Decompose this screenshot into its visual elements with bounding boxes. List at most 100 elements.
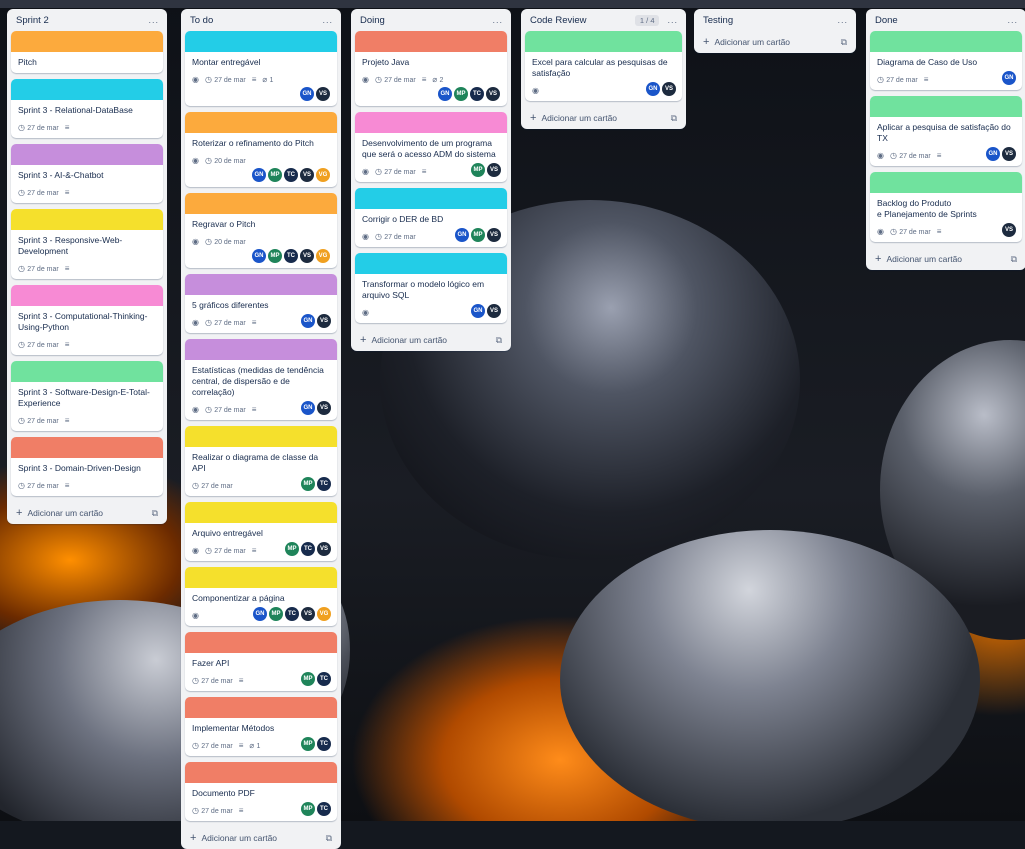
list-menu-button[interactable]: ... — [1007, 15, 1018, 25]
member-avatar-mp[interactable]: MP — [301, 477, 315, 491]
card[interactable]: Sprint 3 - Relational-DataBase ◷ 27 de ma… — [11, 79, 163, 138]
member-avatar-vs[interactable]: VS — [317, 401, 331, 415]
card-template-icon[interactable]: ⧉ — [1011, 254, 1017, 265]
card[interactable]: Excel para calcular as pesquisas de sati… — [525, 31, 682, 101]
member-avatar-gn[interactable]: GN — [301, 401, 315, 415]
member-avatar-tc[interactable]: TC — [317, 672, 331, 686]
member-avatar-mp[interactable]: MP — [471, 163, 485, 177]
list-menu-button[interactable]: ... — [492, 15, 503, 25]
card-template-icon[interactable]: ⧉ — [326, 833, 332, 844]
card[interactable]: Componentizar a página ◉ GN MP TC VS VG — [185, 567, 337, 626]
member-avatar-mp[interactable]: MP — [268, 249, 282, 263]
add-card-button[interactable]: + Adicionar um cartão ⧉ — [181, 827, 341, 849]
member-avatar-gn[interactable]: GN — [471, 304, 485, 318]
list-title[interactable]: Doing — [360, 15, 492, 26]
member-avatar-vs[interactable]: VS — [662, 82, 676, 96]
list-menu-button[interactable]: ... — [667, 15, 678, 25]
member-avatar-vs[interactable]: VS — [300, 249, 314, 263]
add-card-button[interactable]: + Adicionar um cartão ⧉ — [351, 329, 511, 351]
member-avatar-vs[interactable]: VS — [1002, 223, 1016, 237]
card[interactable]: Sprint 3 - Domain-Driven-Design ◷ 27 de m… — [11, 437, 163, 496]
member-avatar-vg[interactable]: VG — [317, 607, 331, 621]
member-avatar-vs[interactable]: VS — [1002, 147, 1016, 161]
card[interactable]: Montar entregável ◉ ◷ 27 de mar ≡ ⌀ 1 GN VS — [185, 31, 337, 106]
member-avatar-vs[interactable]: VS — [316, 87, 330, 101]
card[interactable]: Roterizar o refinamento do Pitch ◉ ◷ 20 de… — [185, 112, 337, 187]
card[interactable]: Implementar Métodos ◷ 27 de mar ≡ ⌀ 1 MP TC — [185, 697, 337, 756]
card[interactable]: Documento PDF ◷ 27 de mar ≡ MP TC — [185, 762, 337, 821]
list-menu-button[interactable]: ... — [837, 15, 848, 25]
member-avatar-tc[interactable]: TC — [317, 477, 331, 491]
list-title[interactable]: Code Review — [530, 15, 635, 26]
card[interactable]: Desenvolvimento de um programa que será … — [355, 112, 507, 182]
member-avatar-mp[interactable]: MP — [301, 802, 315, 816]
card[interactable]: Sprint 3 - AI-&-Chatbot ◷ 27 de mar ≡ — [11, 144, 163, 203]
member-avatar-gn[interactable]: GN — [1002, 71, 1016, 85]
member-avatar-gn[interactable]: GN — [300, 87, 314, 101]
list-title[interactable]: To do — [190, 15, 322, 26]
member-avatar-mp[interactable]: MP — [471, 228, 485, 242]
member-avatar-mp[interactable]: MP — [285, 542, 299, 556]
member-avatar-tc[interactable]: TC — [317, 737, 331, 751]
list-title[interactable]: Sprint 2 — [16, 15, 148, 26]
member-avatar-mp[interactable]: MP — [301, 737, 315, 751]
list-menu-button[interactable]: ... — [322, 15, 333, 25]
list-menu-button[interactable]: ... — [148, 15, 159, 25]
member-avatar-tc[interactable]: TC — [284, 249, 298, 263]
add-card-button[interactable]: + Adicionar um cartão ⧉ — [521, 107, 686, 129]
member-avatar-vs[interactable]: VS — [486, 87, 500, 101]
member-avatar-vg[interactable]: VG — [316, 168, 330, 182]
card[interactable]: Sprint 3 - Computational-Thinking- Using… — [11, 285, 163, 355]
card[interactable]: 5 gráficos diferentes ◉ ◷ 27 de mar ≡ GN VS — [185, 274, 337, 333]
member-avatar-vs[interactable]: VS — [487, 228, 501, 242]
card[interactable]: Estatísticas (medidas de tendência centr… — [185, 339, 337, 420]
card[interactable]: Sprint 3 - Software-Design-E-Total- Expe… — [11, 361, 163, 431]
member-avatar-mp[interactable]: MP — [268, 168, 282, 182]
member-avatar-vg[interactable]: VG — [316, 249, 330, 263]
add-card-button[interactable]: + Adicionar um cartão ⧉ — [7, 502, 167, 524]
member-avatar-tc[interactable]: TC — [284, 168, 298, 182]
member-avatar-gn[interactable]: GN — [301, 314, 315, 328]
member-avatar-gn[interactable]: GN — [646, 82, 660, 96]
member-avatar-gn[interactable]: GN — [252, 249, 266, 263]
card-template-icon[interactable]: ⧉ — [671, 113, 677, 124]
card[interactable]: Pitch — [11, 31, 163, 73]
card[interactable]: Projeto Java ◉ ◷ 27 de mar ≡ ⌀ 2 GN MP TC VS — [355, 31, 507, 106]
add-card-button[interactable]: + Adicionar um cartão ⧉ — [866, 248, 1025, 270]
card[interactable]: Regravar o Pitch ◉ ◷ 20 de mar GN MP TC VS VG — [185, 193, 337, 268]
member-avatar-gn[interactable]: GN — [986, 147, 1000, 161]
member-avatar-vs[interactable]: VS — [487, 163, 501, 177]
card[interactable]: Aplicar a pesquisa de satisfação do TX ◉ ◷… — [870, 96, 1022, 166]
member-avatar-mp[interactable]: MP — [454, 87, 468, 101]
member-avatar-gn[interactable]: GN — [253, 607, 267, 621]
add-card-button[interactable]: + Adicionar um cartão ⧉ — [694, 31, 856, 53]
member-avatar-tc[interactable]: TC — [470, 87, 484, 101]
card[interactable]: Corrigir o DER de BD ◉ ◷ 27 de mar GN MP VS — [355, 188, 507, 247]
member-avatar-vs[interactable]: VS — [317, 314, 331, 328]
member-avatar-gn[interactable]: GN — [252, 168, 266, 182]
member-avatar-tc[interactable]: TC — [285, 607, 299, 621]
member-avatar-gn[interactable]: GN — [455, 228, 469, 242]
list-title[interactable]: Done — [875, 15, 1007, 26]
member-avatar-tc[interactable]: TC — [301, 542, 315, 556]
member-avatar-gn[interactable]: GN — [438, 87, 452, 101]
member-avatar-vs[interactable]: VS — [317, 542, 331, 556]
card-template-icon[interactable]: ⧉ — [152, 508, 158, 519]
list-title[interactable]: Testing — [703, 15, 837, 26]
member-avatar-vs[interactable]: VS — [300, 168, 314, 182]
card[interactable]: Sprint 3 - Responsive-Web- Development ◷ … — [11, 209, 163, 279]
card[interactable]: Backlog do Produto e Planejamento de Spr… — [870, 172, 1022, 242]
card[interactable]: Realizar o diagrama de classe da API ◷ 27… — [185, 426, 337, 496]
card-template-icon[interactable]: ⧉ — [496, 335, 502, 346]
card[interactable]: Diagrama de Caso de Uso ◷ 27 de mar ≡ GN — [870, 31, 1022, 90]
member-avatar-vs[interactable]: VS — [487, 304, 501, 318]
member-avatar-mp[interactable]: MP — [301, 672, 315, 686]
member-avatar-mp[interactable]: MP — [269, 607, 283, 621]
card-cover — [185, 339, 337, 360]
member-avatar-vs[interactable]: VS — [301, 607, 315, 621]
member-avatar-tc[interactable]: TC — [317, 802, 331, 816]
card[interactable]: Transformar o modelo lógico em arquivo S… — [355, 253, 507, 323]
card[interactable]: Arquivo entregável ◉ ◷ 27 de mar ≡ MP TC VS — [185, 502, 337, 561]
card[interactable]: Fazer API ◷ 27 de mar ≡ MP TC — [185, 632, 337, 691]
card-template-icon[interactable]: ⧉ — [841, 37, 847, 48]
